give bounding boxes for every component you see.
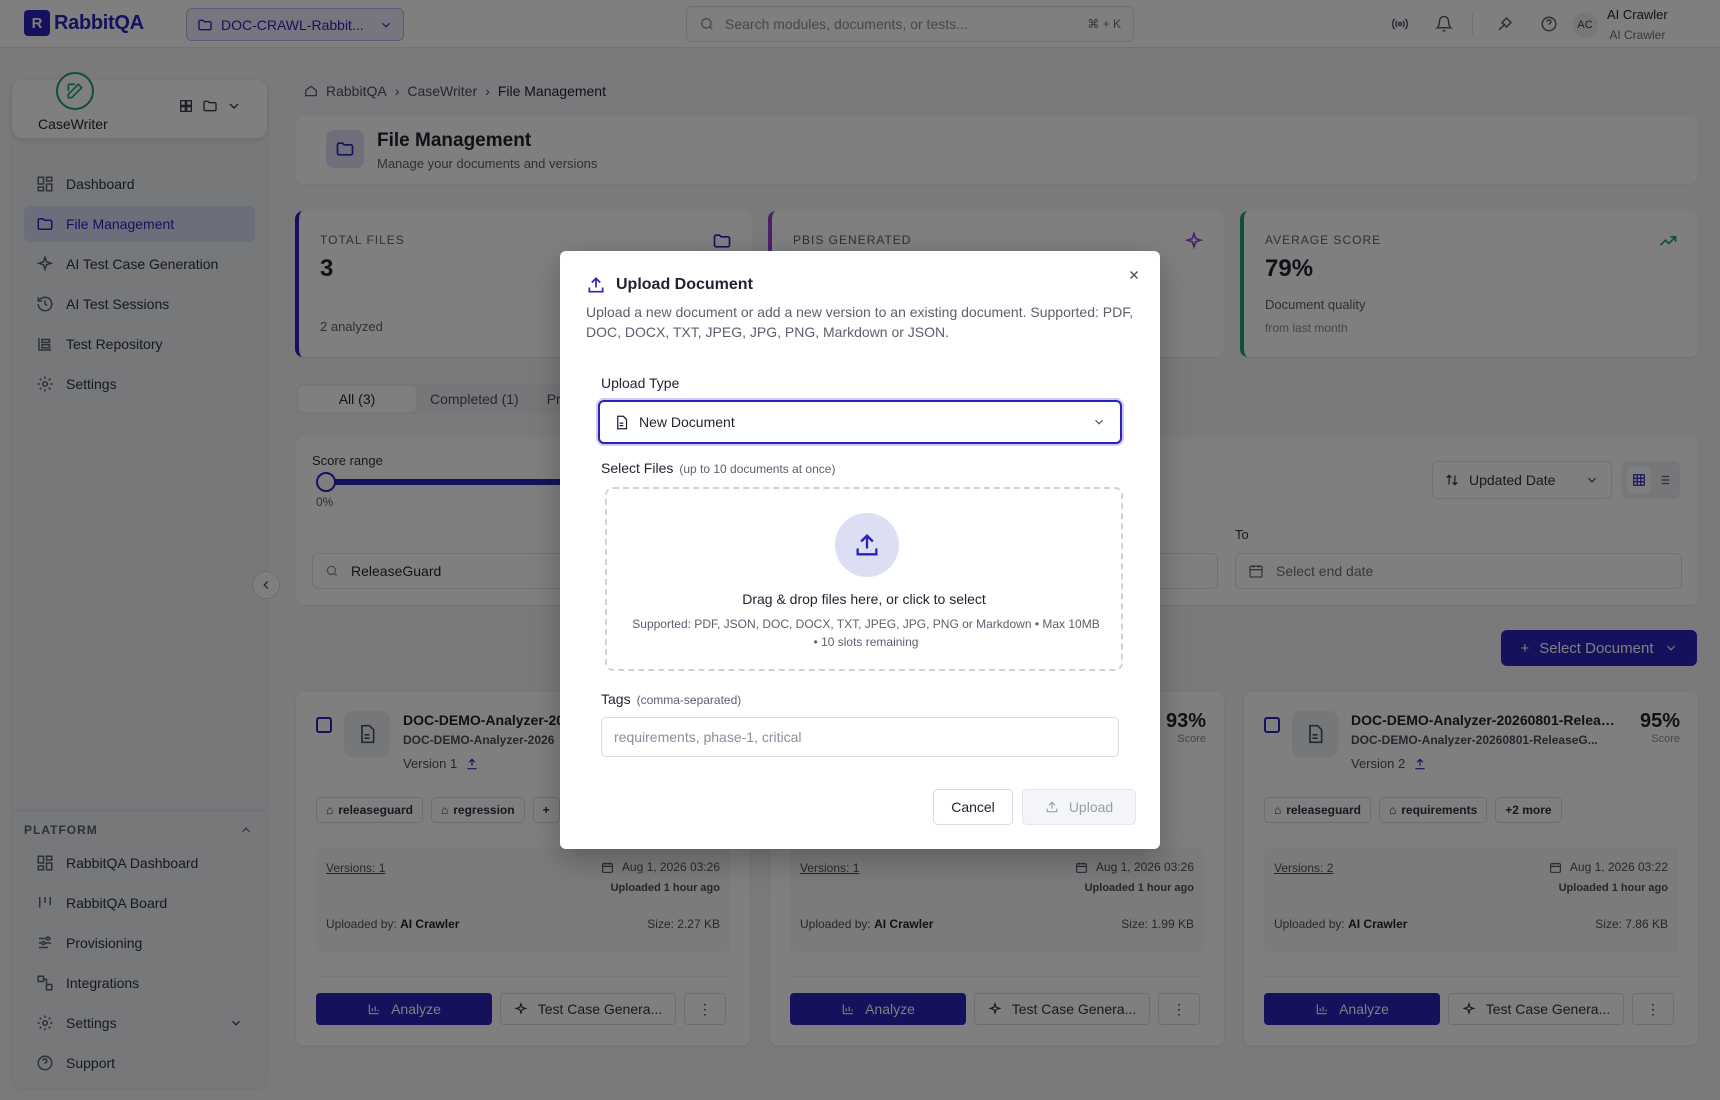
dialog-title: Upload Document xyxy=(586,275,753,295)
upload-icon xyxy=(835,513,899,577)
dropzone-instruction: Drag & drop files here, or click to sele… xyxy=(742,591,986,607)
upload-type-select[interactable]: New Document xyxy=(598,400,1122,444)
upload-icon xyxy=(586,275,606,295)
chevron-down-icon xyxy=(1092,415,1106,429)
upload-document-dialog: Upload Document Upload a new document or… xyxy=(560,251,1160,849)
document-icon xyxy=(614,415,629,430)
tags-hint: (comma-separated) xyxy=(636,693,742,707)
dialog-description: Upload a new document or add a new versi… xyxy=(586,304,1134,340)
upload-type-label: Upload Type xyxy=(601,375,679,391)
tags-label: Tags (comma-separated) xyxy=(601,691,741,707)
select-files-hint: (up to 10 documents at once) xyxy=(679,462,836,476)
upload-type-value: New Document xyxy=(639,414,735,430)
cancel-button[interactable]: Cancel xyxy=(933,789,1013,825)
select-files-label: Select Files (up to 10 documents at once) xyxy=(601,460,835,476)
close-button[interactable] xyxy=(1124,265,1144,285)
dialog-title-text: Upload Document xyxy=(616,276,753,293)
file-dropzone[interactable]: Drag & drop files here, or click to sele… xyxy=(605,487,1123,671)
upload-button-label: Upload xyxy=(1068,799,1114,815)
upload-type-label-text: Upload Type xyxy=(601,375,680,391)
select-files-label-text: Select Files xyxy=(601,460,674,476)
dropzone-supported-formats: Supported: PDF, JSON, DOC, DOCX, TXT, JP… xyxy=(632,617,1100,649)
tags-label-text: Tags xyxy=(601,691,631,707)
upload-icon xyxy=(1045,800,1059,814)
tags-input[interactable]: requirements, phase-1, critical xyxy=(601,717,1119,757)
upload-button[interactable]: Upload xyxy=(1022,789,1136,825)
close-icon xyxy=(1127,268,1141,282)
tags-placeholder: requirements, phase-1, critical xyxy=(614,729,802,745)
